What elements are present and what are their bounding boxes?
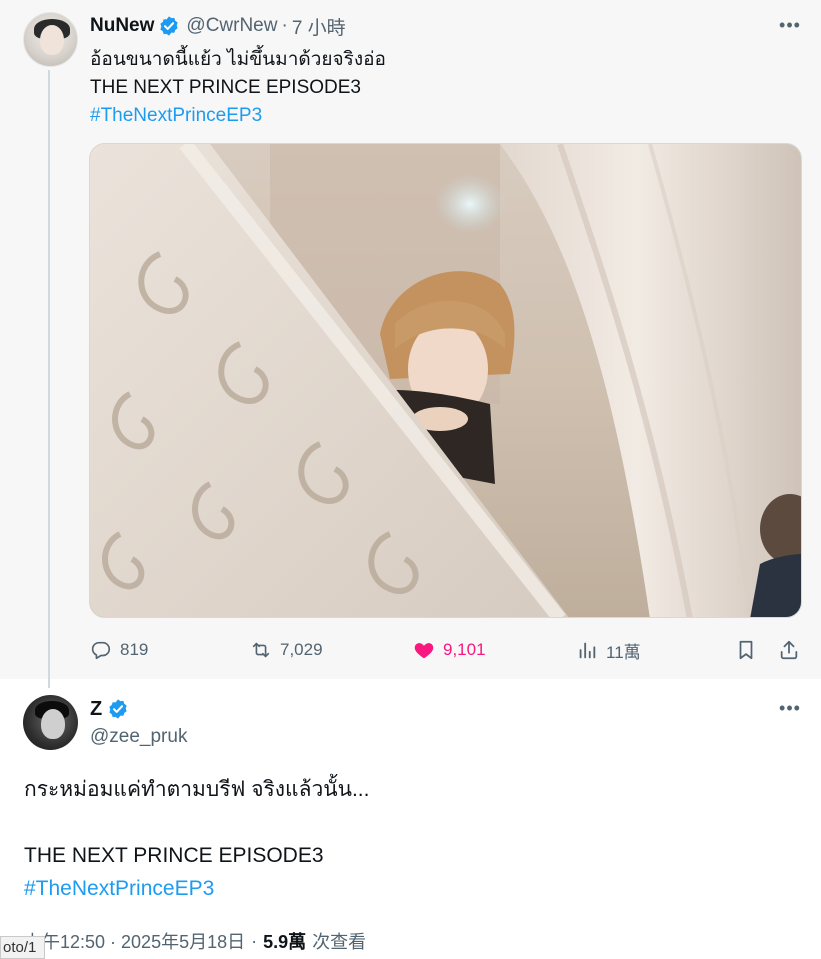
tweet-text-line: THE NEXT PRINCE EPISODE3 bbox=[90, 77, 361, 98]
repost-icon bbox=[252, 642, 270, 658]
status-bar-url-tooltip: oto/1 bbox=[0, 936, 46, 959]
bookmark-button[interactable] bbox=[735, 633, 757, 667]
author-name[interactable]: Z bbox=[90, 698, 102, 721]
reply-button[interactable]: 819 bbox=[90, 633, 148, 667]
tweet-photo[interactable] bbox=[89, 143, 802, 618]
like-button[interactable]: 9,101 bbox=[413, 633, 486, 667]
share-icon bbox=[780, 640, 798, 660]
tweet-timestamp[interactable]: 上午12:50 · 2025年5月18日 bbox=[24, 928, 245, 954]
author-name[interactable]: NuNew bbox=[90, 15, 154, 37]
tweet-header: Z bbox=[90, 696, 129, 722]
meta-separator: · bbox=[251, 930, 258, 951]
thread-connector-line bbox=[48, 70, 50, 688]
hashtag-link[interactable]: #TheNextPrinceEP3 bbox=[24, 872, 369, 905]
tweet-meta: 上午12:50 · 2025年5月18日 · 5.9萬 次查看 bbox=[24, 928, 366, 954]
share-button[interactable] bbox=[778, 633, 800, 667]
views-button[interactable]: 11萬 bbox=[576, 633, 641, 667]
avatar-face bbox=[40, 25, 64, 55]
views-count: 5.9萬 bbox=[263, 932, 307, 952]
avatar-zee[interactable] bbox=[23, 695, 78, 750]
avatar-nunew[interactable] bbox=[23, 12, 78, 67]
tweet-text-line: กระหม่อมแค่ทำตามบรีฟ จริงแล้วนั้น... bbox=[24, 778, 370, 801]
hashtag-link[interactable]: #TheNextPrinceEP3 bbox=[90, 102, 386, 130]
verified-badge-icon bbox=[109, 699, 127, 719]
avatar-face bbox=[41, 709, 65, 739]
photo-scene bbox=[90, 144, 801, 617]
tweet-header: NuNew @CwrNew · 7 小時 bbox=[90, 13, 346, 39]
header-separator: · bbox=[281, 15, 288, 36]
bookmark-icon bbox=[739, 640, 753, 660]
more-icon: ••• bbox=[779, 14, 801, 35]
tweet-text-line: THE NEXT PRINCE EPISODE3 bbox=[24, 844, 324, 867]
more-icon: ••• bbox=[779, 697, 801, 718]
tweet-text-line: อ้อนขนาดนี้แย้ว ไม่ขึ้นมาด้วยจริงอ่อ bbox=[90, 49, 386, 70]
tweet-actions: 819 7,029 9,101 11萬 bbox=[90, 633, 802, 667]
author-handle[interactable]: @CwrNew bbox=[186, 15, 277, 37]
views-count: 11萬 bbox=[606, 642, 641, 662]
reply-count: 819 bbox=[120, 640, 149, 659]
tweet-time[interactable]: 7 小時 bbox=[292, 13, 346, 40]
tweet-text: กระหม่อมแค่ทำตามบรีฟ จริงแล้วนั้น... THE… bbox=[24, 773, 369, 905]
more-options-button[interactable]: ••• bbox=[775, 10, 805, 40]
repost-count: 7,029 bbox=[280, 640, 323, 659]
tweet-text: อ้อนขนาดนี้แย้ว ไม่ขึ้นมาด้วยจริงอ่อ THE… bbox=[90, 46, 386, 130]
tweet-nunew[interactable]: NuNew @CwrNew · 7 小時 ••• อ้อนขนาดนี้แย้ว… bbox=[0, 0, 821, 688]
author-handle[interactable]: @zee_pruk bbox=[90, 726, 187, 748]
reply-icon bbox=[91, 641, 111, 660]
heart-filled-icon bbox=[414, 643, 434, 659]
verified-badge-icon bbox=[160, 16, 179, 36]
more-options-button[interactable]: ••• bbox=[775, 693, 805, 723]
like-count: 9,101 bbox=[443, 640, 486, 659]
views-label: 次查看 bbox=[312, 932, 367, 952]
analytics-bar-icon bbox=[579, 642, 596, 659]
repost-button[interactable]: 7,029 bbox=[250, 633, 323, 667]
